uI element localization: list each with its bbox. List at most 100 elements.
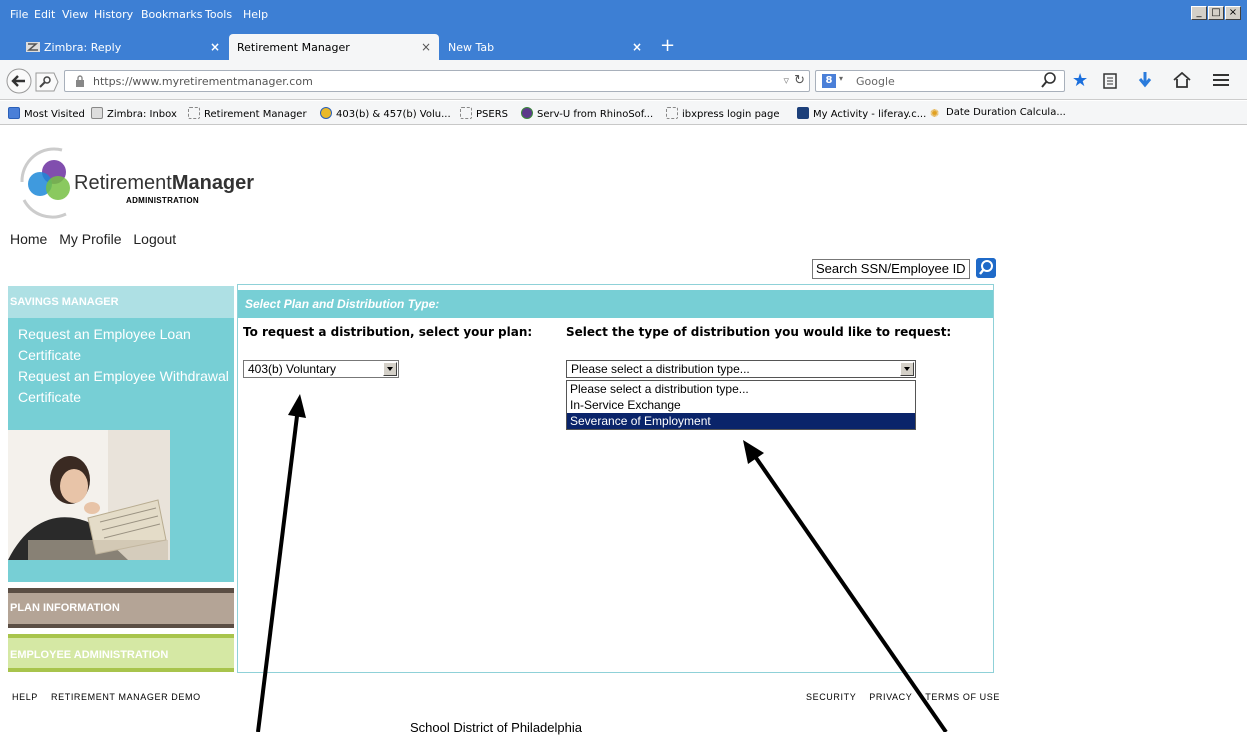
plan-select-value: 403(b) Voluntary [248, 362, 337, 376]
distribution-type-select[interactable]: Please select a distribution type... [566, 360, 916, 378]
retirement-manager-logo[interactable]: RetirementManager ADMINISTRATION [14, 142, 264, 222]
option-in-service-exchange[interactable]: In-Service Exchange [567, 397, 915, 413]
plan-label: To request a distribution, select your p… [243, 325, 533, 339]
bookmarks-toolbar: Most Visited Zimbra: Inbox Retirement Ma… [0, 101, 1247, 125]
page-icon [666, 107, 678, 119]
bookmark-my-activity[interactable]: My Activity - liferay.c... [797, 107, 926, 120]
menu-edit[interactable]: Edit [34, 8, 55, 21]
calculator-sun-icon: ✺ [930, 107, 940, 120]
search-engine-dropdown-icon[interactable]: ▾ [839, 74, 843, 83]
menu-bookmarks[interactable]: Bookmarks [141, 8, 202, 21]
distribution-type-dropdown-list: Please select a distribution type... In-… [566, 380, 916, 430]
tab-retirement-manager[interactable]: Retirement Manager × [229, 34, 439, 60]
identity-key-icon[interactable] [34, 72, 60, 92]
search-bar[interactable]: 8 ▾ Google [815, 70, 1065, 92]
ssn-search-input[interactable]: Search SSN/Employee ID [812, 259, 970, 279]
logo-circles-icon [20, 147, 70, 219]
search-icon[interactable] [976, 258, 996, 278]
page-icon [460, 107, 472, 119]
footer-terms-link[interactable]: TERMS OF USE [925, 692, 1000, 702]
zimbra-icon [91, 107, 103, 119]
close-window-icon[interactable]: × [1225, 6, 1241, 20]
tab-zimbra-reply[interactable]: Zimbra: Reply × [18, 34, 228, 60]
lock-icon [76, 75, 84, 87]
dropdown-arrow-icon[interactable]: ▿ [783, 74, 789, 87]
window-controls: _ □ × [1191, 6, 1241, 20]
reload-icon[interactable]: ↻ [794, 73, 805, 88]
sidebar-plan-information[interactable]: PLAN INFORMATION [8, 588, 234, 628]
close-tab-icon[interactable]: × [632, 40, 642, 54]
maximize-icon[interactable]: □ [1208, 6, 1224, 20]
footer-demo-link[interactable]: RETIREMENT MANAGER DEMO [51, 692, 201, 702]
bookmark-psers[interactable]: PSERS [460, 107, 508, 120]
bookmark-retirement-manager[interactable]: Retirement Manager [188, 107, 307, 120]
sidebar-employee-administration[interactable]: EMPLOYEE ADMINISTRATION [8, 634, 234, 672]
nav-home-link[interactable]: Home [10, 231, 47, 247]
chevron-down-icon[interactable] [383, 362, 397, 376]
reading-list-icon[interactable] [1103, 73, 1117, 89]
minimize-icon[interactable]: _ [1191, 6, 1207, 20]
logo-subtitle: ADMINISTRATION [126, 196, 199, 205]
google-icon: 8 [822, 74, 836, 88]
woman-reading-photo [8, 430, 170, 560]
footer-right-links: SECURITY PRIVACY TERMS OF USE [796, 692, 1000, 702]
menu-view[interactable]: View [62, 8, 88, 21]
logo-text: RetirementManager [74, 172, 255, 194]
tab-new-tab[interactable]: New Tab × [440, 34, 650, 60]
menu-tools[interactable]: Tools [205, 8, 232, 21]
tab-label: Retirement Manager [237, 41, 350, 54]
search-placeholder: Google [856, 75, 895, 88]
tab-label: Zimbra: Reply [44, 41, 122, 54]
sidebar-link-loan-certificate[interactable]: Request an Employee Loan Certificate [8, 324, 234, 366]
menu-file[interactable]: File [10, 8, 28, 21]
bookmark-ibxpress[interactable]: ibxpress login page [666, 107, 780, 120]
zimbra-icon [26, 42, 40, 52]
search-magnifier-icon[interactable] [1040, 71, 1058, 89]
chevron-down-icon[interactable] [900, 362, 914, 376]
tab-label: New Tab [448, 41, 495, 54]
navigation-toolbar: https://www.myretirementmanager.com ▿ ↻ … [0, 60, 1247, 100]
distribution-type-label: Select the type of distribution you woul… [566, 325, 952, 339]
bookmark-serv-u[interactable]: Serv-U from RhinoSof... [521, 107, 653, 120]
bookmark-star-icon[interactable]: ★ [1072, 70, 1088, 91]
option-severance-of-employment[interactable]: Severance of Employment [567, 413, 915, 429]
menu-bar: File Edit View History Bookmarks Tools H… [0, 0, 1247, 30]
district-name: School District of Philadelphia [410, 720, 582, 735]
footer-security-link[interactable]: SECURITY [806, 692, 856, 702]
bookmark-date-duration[interactable]: ✺ Date Duration Calcula... [930, 107, 1066, 120]
bookmark-zimbra-inbox[interactable]: Zimbra: Inbox [91, 107, 177, 120]
home-icon[interactable] [1173, 72, 1191, 88]
footer-help-link[interactable]: HELP [12, 692, 38, 702]
nav-my-profile-link[interactable]: My Profile [59, 231, 121, 247]
panel-title: Select Plan and Distribution Type: [238, 290, 993, 318]
sidebar-savings-manager: SAVINGS MANAGER Request an Employee Loan… [8, 286, 234, 582]
close-tab-icon[interactable]: × [421, 40, 431, 54]
menu-history[interactable]: History [94, 8, 133, 21]
distribution-select-value: Please select a distribution type... [571, 362, 750, 376]
bookmark-403b-457b[interactable]: 403(b) & 457(b) Volu... [320, 107, 451, 120]
download-icon[interactable] [1138, 71, 1152, 89]
close-tab-icon[interactable]: × [210, 40, 220, 54]
back-button-icon[interactable] [6, 68, 36, 94]
hamburger-menu-icon[interactable] [1212, 73, 1230, 87]
url-bar[interactable]: https://www.myretirementmanager.com ▿ ↻ [64, 70, 810, 92]
sidebar-link-withdrawal-certificate[interactable]: Request an Employee Withdrawal Certifica… [8, 366, 234, 408]
page-icon [188, 107, 200, 119]
plan-select[interactable]: 403(b) Voluntary [243, 360, 399, 378]
seal-icon [320, 107, 332, 119]
most-visited-icon [8, 107, 20, 119]
liferay-icon [797, 107, 809, 119]
distribution-panel: Select Plan and Distribution Type: To re… [237, 284, 994, 673]
option-please-select[interactable]: Please select a distribution type... [567, 381, 915, 397]
tab-bar: Zimbra: Reply × Retirement Manager × New… [0, 30, 1247, 60]
footer-left-links: HELP RETIREMENT MANAGER DEMO [12, 692, 211, 702]
menu-help[interactable]: Help [243, 8, 268, 21]
url-text: https://www.myretirementmanager.com [93, 75, 313, 88]
footer-privacy-link[interactable]: PRIVACY [869, 692, 912, 702]
rhino-icon [521, 107, 533, 119]
top-navigation: Home My Profile Logout [10, 231, 184, 247]
new-tab-plus-icon[interactable]: + [660, 35, 675, 56]
nav-logout-link[interactable]: Logout [133, 231, 176, 247]
sidebar-header[interactable]: SAVINGS MANAGER [8, 286, 234, 318]
bookmark-most-visited[interactable]: Most Visited [8, 107, 85, 120]
